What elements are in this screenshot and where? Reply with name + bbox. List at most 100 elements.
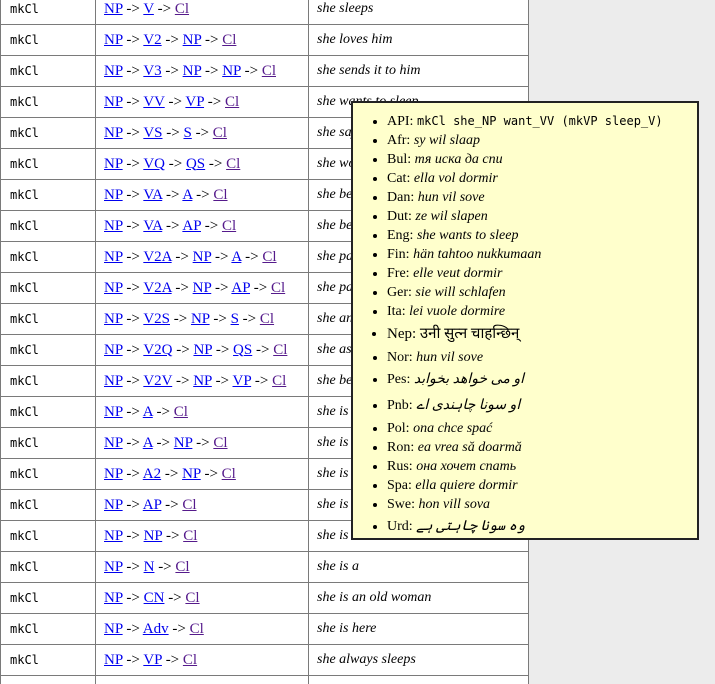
category-link-np[interactable]: NP: [104, 94, 123, 110]
category-link-cl[interactable]: Cl: [174, 404, 188, 420]
category-link-a[interactable]: A: [143, 435, 153, 451]
category-link-np[interactable]: NP: [104, 590, 123, 606]
category-link-np[interactable]: NP: [104, 652, 123, 668]
category-link-np[interactable]: NP: [104, 466, 123, 482]
category-link-np[interactable]: NP: [193, 373, 212, 389]
category-link-np[interactable]: NP: [104, 280, 123, 296]
category-link-v2[interactable]: V2: [143, 32, 161, 48]
category-link-cn[interactable]: CN: [144, 590, 165, 606]
category-link-np[interactable]: NP: [193, 280, 212, 296]
category-link-np[interactable]: NP: [104, 404, 123, 420]
category-link-np[interactable]: NP: [104, 528, 123, 544]
category-link-np[interactable]: NP: [191, 311, 210, 327]
category-link-v2q[interactable]: V2Q: [143, 342, 172, 358]
category-link-cl[interactable]: Cl: [183, 652, 197, 668]
category-link-np[interactable]: NP: [183, 32, 202, 48]
category-link-adv[interactable]: Adv: [143, 621, 169, 637]
translation-item: Afr: sy wil slaap: [387, 131, 691, 150]
category-link-np[interactable]: NP: [104, 249, 123, 265]
translation-item: Dut: ze wil slapen: [387, 207, 691, 226]
category-link-np[interactable]: NP: [183, 63, 202, 79]
category-link-v2a[interactable]: V2A: [143, 280, 171, 296]
category-link-vp[interactable]: VP: [233, 373, 252, 389]
category-link-a2[interactable]: A2: [143, 466, 161, 482]
category-link-np[interactable]: NP: [104, 156, 123, 172]
category-link-n[interactable]: N: [144, 559, 155, 575]
category-link-vp[interactable]: VP: [185, 94, 204, 110]
category-link-np[interactable]: NP: [193, 249, 212, 265]
category-link-cl[interactable]: Cl: [213, 435, 227, 451]
example-cell: she always sleeps: [309, 645, 529, 676]
category-link-np[interactable]: NP: [104, 435, 123, 451]
category-link-a[interactable]: A: [231, 249, 241, 265]
category-link-ap[interactable]: AP: [182, 218, 201, 234]
category-link-np[interactable]: NP: [104, 63, 123, 79]
category-link-cl[interactable]: Cl: [271, 280, 285, 296]
function-name-cell: mkCl: [1, 366, 96, 397]
category-link-np[interactable]: NP: [182, 466, 201, 482]
category-link-cl[interactable]: Cl: [225, 94, 239, 110]
translation-text: ea vrea să doarmă: [418, 440, 522, 455]
function-name-cell: mkCl: [1, 645, 96, 676]
category-link-cl[interactable]: Cl: [213, 187, 227, 203]
category-link-cl[interactable]: Cl: [185, 590, 199, 606]
category-link-vs[interactable]: VS: [143, 125, 162, 141]
rule-cell: NP -> V3 -> NP -> NP -> Cl: [96, 56, 309, 87]
category-link-np[interactable]: NP: [104, 342, 123, 358]
category-link-np[interactable]: NP: [174, 435, 193, 451]
category-link-cl[interactable]: Cl: [213, 125, 227, 141]
category-link-np[interactable]: NP: [104, 373, 123, 389]
category-link-v2s[interactable]: V2S: [143, 311, 170, 327]
category-link-cl[interactable]: Cl: [262, 63, 276, 79]
category-link-np[interactable]: NP: [144, 528, 163, 544]
category-link-np[interactable]: NP: [104, 497, 123, 513]
category-link-vq[interactable]: VQ: [143, 156, 165, 172]
table-row: mkClNP -> V3 -> NP -> NP -> Clshe sends …: [1, 56, 529, 87]
category-link-cl[interactable]: Cl: [222, 218, 236, 234]
category-link-cl[interactable]: Cl: [175, 559, 189, 575]
category-link-cl[interactable]: Cl: [183, 528, 197, 544]
category-link-cl[interactable]: Cl: [175, 1, 189, 17]
category-link-v3[interactable]: V3: [143, 63, 161, 79]
category-link-np[interactable]: NP: [193, 342, 212, 358]
category-link-cl[interactable]: Cl: [182, 497, 196, 513]
category-link-cl[interactable]: Cl: [260, 311, 274, 327]
category-link-qs[interactable]: QS: [186, 156, 205, 172]
category-link-vp[interactable]: VP: [143, 652, 162, 668]
category-link-np[interactable]: NP: [104, 187, 123, 203]
category-link-cl[interactable]: Cl: [226, 156, 240, 172]
category-link-cl[interactable]: Cl: [190, 621, 204, 637]
category-link-va[interactable]: VA: [143, 218, 162, 234]
category-link-ap[interactable]: AP: [143, 497, 162, 513]
category-link-vv[interactable]: VV: [143, 94, 164, 110]
category-link-qs[interactable]: QS: [233, 342, 252, 358]
category-link-s[interactable]: S: [183, 125, 191, 141]
table-row: mkClNP -> V2 -> NP -> Clshe loves him: [1, 25, 529, 56]
category-link-cl[interactable]: Cl: [222, 466, 236, 482]
function-name-cell: mkCl: [1, 180, 96, 211]
category-link-cl[interactable]: Cl: [273, 342, 287, 358]
category-link-np[interactable]: NP: [104, 125, 123, 141]
category-link-a[interactable]: A: [143, 404, 153, 420]
category-link-va[interactable]: VA: [143, 187, 162, 203]
function-name-cell: mkCl: [1, 56, 96, 87]
category-link-np[interactable]: NP: [104, 559, 123, 575]
category-link-np[interactable]: NP: [104, 311, 123, 327]
category-link-np[interactable]: NP: [222, 63, 241, 79]
translation-item: Pnb: او سونا چاہندی اے: [387, 393, 691, 419]
category-link-v2v[interactable]: V2V: [143, 373, 172, 389]
category-link-cl[interactable]: Cl: [272, 373, 286, 389]
category-link-ap[interactable]: AP: [231, 280, 250, 296]
category-link-np[interactable]: NP: [104, 621, 123, 637]
language-code: Fin:: [387, 247, 413, 262]
category-link-np[interactable]: NP: [104, 218, 123, 234]
category-link-v2a[interactable]: V2A: [143, 249, 171, 265]
category-link-np[interactable]: NP: [104, 1, 123, 17]
translation-text: او سونا چاہندی اے: [416, 398, 520, 413]
category-link-cl[interactable]: Cl: [222, 32, 236, 48]
category-link-cl[interactable]: Cl: [262, 249, 276, 265]
category-link-np[interactable]: NP: [104, 32, 123, 48]
category-link-v[interactable]: V: [143, 1, 154, 17]
category-link-s[interactable]: S: [231, 311, 239, 327]
category-link-a[interactable]: A: [182, 187, 192, 203]
